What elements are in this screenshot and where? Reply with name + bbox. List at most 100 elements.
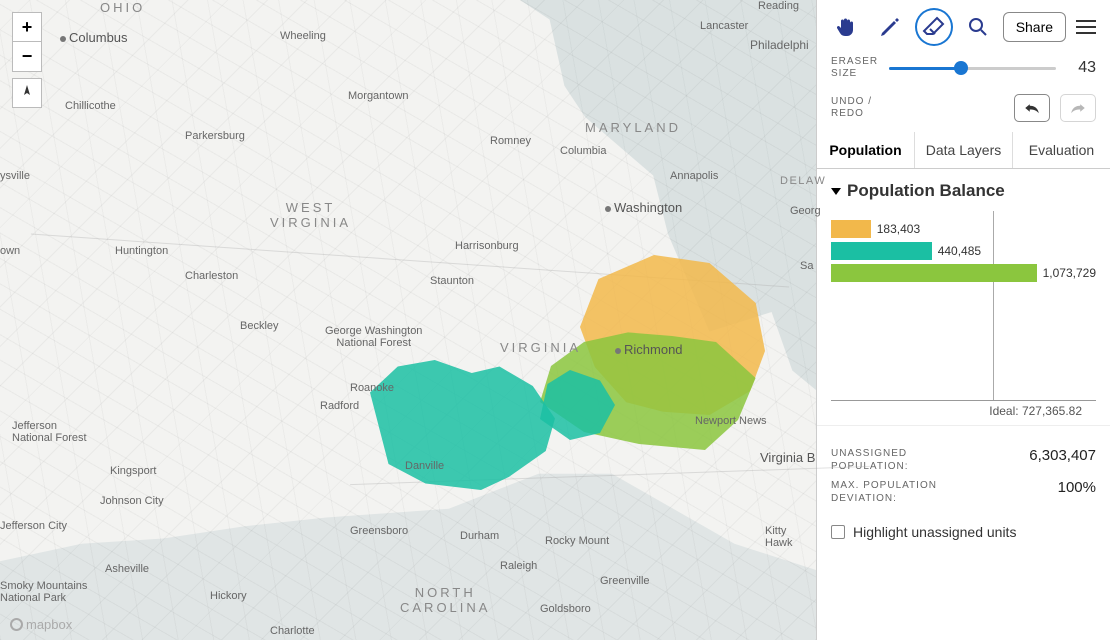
mapbox-attribution: mapbox [10, 617, 72, 632]
city-label: ysville [0, 170, 30, 182]
city-label: Chillicothe [65, 100, 116, 112]
chevron-down-icon [831, 188, 841, 195]
bar-value: 183,403 [877, 222, 920, 236]
city-label: Danville [405, 460, 444, 472]
eraser-size-value: 43 [1066, 59, 1096, 77]
redo-icon [1069, 101, 1087, 115]
tab-evaluation[interactable]: Evaluation [1013, 132, 1110, 168]
highlight-unassigned-checkbox[interactable] [831, 525, 845, 539]
city-label: Beckley [240, 320, 279, 332]
population-stats: UNASSIGNED POPULATION: 6,303,407 MAX. PO… [817, 425, 1110, 514]
city-label: Virginia B [760, 450, 815, 465]
stat-key: MAX. POPULATION DEVIATION: [831, 479, 981, 505]
menu-button[interactable] [1072, 16, 1100, 38]
pan-tool[interactable] [827, 8, 865, 46]
undo-button[interactable] [1014, 94, 1050, 122]
city-label: Hickory [210, 590, 247, 602]
undo-icon [1023, 101, 1041, 115]
tab-data-layers[interactable]: Data Layers [915, 132, 1013, 168]
hamburger-icon [1076, 20, 1096, 22]
city-label: Romney [490, 135, 531, 147]
city-label: Jefferson City [0, 520, 67, 532]
city-label: Greenville [600, 575, 650, 587]
city-label: Georg [790, 205, 821, 217]
city-label: Morgantown [348, 90, 409, 102]
compass-button[interactable] [12, 78, 42, 108]
city-label: Jefferson National Forest [12, 420, 87, 444]
state-label: WEST VIRGINIA [270, 200, 351, 230]
city-label: Greensboro [350, 525, 408, 537]
slider-thumb[interactable] [954, 61, 968, 75]
eraser-tool[interactable] [915, 8, 953, 46]
highlight-unassigned-label: Highlight unassigned units [853, 524, 1016, 540]
city-label: Richmond [615, 342, 683, 357]
bar-district-2 [831, 242, 932, 260]
bar-value: 1,073,729 [1043, 266, 1096, 280]
city-label: Columbus [60, 30, 128, 45]
ideal-label: Ideal: 727,365.82 [989, 404, 1082, 418]
city-label: Reading [758, 0, 799, 12]
city-label: Durham [460, 530, 499, 542]
city-label: Annapolis [670, 170, 718, 182]
bar-row: 1,073,729 [831, 263, 1096, 283]
section-toggle[interactable]: Population Balance [831, 181, 1096, 207]
city-label: Harrisonburg [455, 240, 519, 252]
city-label: Wheeling [280, 30, 326, 42]
bar-value: 440,485 [938, 244, 981, 258]
eraser-icon [922, 15, 946, 39]
population-bars-chart: 183,403 440,485 1,073,729 Ideal: 727,365… [831, 211, 1096, 401]
state-label: NORTH CAROLINA [400, 585, 490, 615]
city-label: Charleston [185, 270, 238, 282]
city-label: Raleigh [500, 560, 537, 572]
bar-district-1 [831, 220, 871, 238]
redo-button[interactable] [1060, 94, 1096, 122]
city-label: Asheville [105, 563, 149, 575]
city-label: Columbia [560, 145, 606, 157]
tab-population[interactable]: Population [817, 132, 915, 168]
undo-redo-control: UNDO / REDO [817, 90, 1110, 132]
inspect-tool[interactable] [959, 8, 997, 46]
hand-icon [834, 15, 858, 39]
zoom-out-button[interactable]: − [12, 42, 42, 72]
city-label: Kingsport [110, 465, 156, 477]
city-label: Rocky Mount [545, 535, 609, 547]
city-label: Staunton [430, 275, 474, 287]
share-button[interactable]: Share [1003, 12, 1066, 42]
map-canvas[interactable]: OHIO WEST VIRGINIA VIRGINIA MARYLAND NOR… [0, 0, 816, 640]
panel-tabs: Population Data Layers Evaluation [817, 132, 1110, 169]
state-label: OHIO [100, 0, 145, 15]
state-label: DELAW [780, 175, 826, 187]
highlight-unassigned-row: Highlight unassigned units [817, 514, 1110, 550]
pencil-icon [878, 15, 902, 39]
zoom-control: + − [12, 12, 42, 72]
city-label: Parkersburg [185, 130, 245, 142]
city-label: Radford [320, 400, 359, 412]
population-balance-section: Population Balance 183,403 440,485 1,0 [817, 169, 1110, 405]
eraser-size-label: ERASER SIZE [831, 56, 879, 80]
city-label: Newport News [695, 415, 767, 427]
bar-row: 440,485 [831, 241, 1096, 261]
city-label: Lancaster [700, 20, 748, 32]
bar-row: 183,403 [831, 219, 1096, 239]
city-label: Washington [605, 200, 682, 215]
city-label: George Washington National Forest [325, 325, 422, 349]
stat-value: 100% [1058, 479, 1096, 496]
city-label: Huntington [115, 245, 168, 257]
city-label: own [0, 245, 20, 257]
city-label: Kitty Hawk [765, 525, 816, 549]
state-label: VIRGINIA [500, 340, 581, 355]
mapbox-logo-icon [10, 618, 23, 631]
sidebar: Share ERASER SIZE 43 UNDO / REDO Populat… [816, 0, 1110, 640]
city-label: Smoky Mountains National Park [0, 580, 87, 604]
state-label: MARYLAND [585, 120, 681, 135]
zoom-in-button[interactable]: + [12, 12, 42, 42]
city-label: Johnson City [100, 495, 164, 507]
toolbar: Share [817, 0, 1110, 50]
city-label: Charlotte [270, 625, 315, 637]
bar-district-3 [831, 264, 1037, 282]
eraser-size-slider[interactable] [889, 59, 1056, 77]
stat-key: UNASSIGNED POPULATION: [831, 447, 981, 473]
magnifier-icon [966, 15, 990, 39]
compass-icon [19, 85, 35, 101]
brush-tool[interactable] [871, 8, 909, 46]
